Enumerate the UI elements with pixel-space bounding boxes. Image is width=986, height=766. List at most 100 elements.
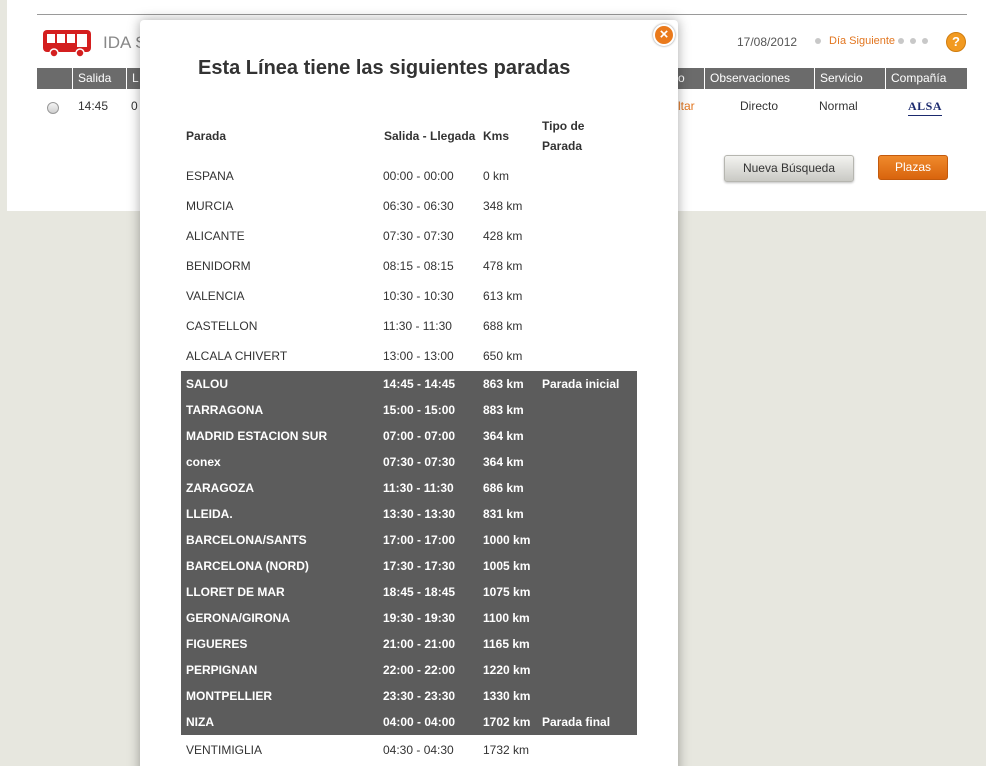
dot-icon	[922, 38, 928, 44]
stop-distance: 364 km	[483, 429, 524, 443]
observations-value: Directo	[740, 99, 779, 113]
stop-time: 15:00 - 15:00	[383, 403, 456, 417]
column-header-salida: Salida	[72, 68, 126, 89]
stop-row: MADRID ESTACION SUR 07:00 - 07:00 364 km	[0, 423, 986, 449]
stop-time: 04:30 - 04:30	[383, 743, 454, 757]
stop-distance: 348 km	[483, 199, 523, 213]
stop-time: 07:30 - 07:30	[383, 455, 456, 469]
stop-name: VALENCIA	[186, 289, 245, 303]
stop-row: MURCIA 06:30 - 06:30 348 km	[0, 193, 986, 219]
stop-distance: 1702 km	[483, 715, 531, 729]
stop-distance: 883 km	[483, 403, 524, 417]
stop-name: NIZA	[186, 715, 214, 729]
price-link[interactable]: ltar	[678, 99, 695, 113]
stop-time: 13:30 - 13:30	[383, 507, 456, 521]
stop-time: 10:30 - 10:30	[383, 289, 454, 303]
stop-row: FIGUERES 21:00 - 21:00 1165 km	[0, 631, 986, 657]
stop-row: VALENCIA 10:30 - 10:30 613 km	[0, 283, 986, 309]
stop-distance: 478 km	[483, 259, 523, 273]
stop-distance: 1220 km	[483, 663, 531, 677]
stop-row: conex 07:30 - 07:30 364 km	[0, 449, 986, 475]
stop-name: ALICANTE	[186, 229, 245, 243]
dot-icon	[910, 38, 916, 44]
service-value: Normal	[819, 99, 858, 113]
select-trip-radio[interactable]	[47, 102, 59, 114]
column-header-type-line1: Tipo de	[542, 119, 585, 133]
help-icon[interactable]: ?	[946, 32, 966, 52]
stop-row: ZARAGOZA 11:30 - 11:30 686 km	[0, 475, 986, 501]
company-logo: ALSA	[908, 99, 943, 116]
column-header-servicio: Servicio	[814, 68, 885, 89]
column-header-observaciones: Observaciones	[704, 68, 814, 89]
modal-title: Esta Línea tiene las siguientes paradas	[198, 57, 571, 79]
stop-distance: 428 km	[483, 229, 523, 243]
stop-time: 11:30 - 11:30	[383, 481, 454, 495]
stop-distance: 364 km	[483, 455, 524, 469]
stop-row: GERONA/GIRONA 19:30 - 19:30 1100 km	[0, 605, 986, 631]
stop-name: FIGUERES	[186, 637, 248, 651]
stop-distance: 1100 km	[483, 611, 530, 625]
stop-row: ESPANA 00:00 - 00:00 0 km	[0, 163, 986, 189]
stop-name: SALOU	[186, 377, 228, 391]
stop-time: 07:00 - 07:00	[383, 429, 456, 443]
stop-distance: 686 km	[483, 481, 524, 495]
column-header-compania: Compañía	[885, 68, 967, 89]
stop-distance: 0 km	[483, 169, 510, 183]
stop-name: ZARAGOZA	[186, 481, 254, 495]
stop-time: 18:45 - 18:45	[383, 585, 456, 599]
stop-type: Parada final	[542, 715, 611, 729]
stop-name: MONTPELLIER	[186, 689, 272, 703]
stop-row: LLORET DE MAR 18:45 - 18:45 1075 km	[0, 579, 986, 605]
stop-time: 13:00 - 13:00	[383, 349, 454, 363]
top-divider	[37, 14, 967, 15]
stop-time: 23:30 - 23:30	[383, 689, 456, 703]
stop-name: GERONA/GIRONA	[186, 611, 291, 625]
bus-icon	[43, 30, 91, 58]
stop-time: 19:30 - 19:30	[383, 611, 456, 625]
stop-row: NIZA 04:00 - 04:00 1702 km Parada final	[0, 709, 986, 735]
stop-name: ESPANA	[186, 169, 234, 183]
stop-name: TARRAGONA	[186, 403, 264, 417]
stop-name: MURCIA	[186, 199, 234, 213]
arrival-time: 0	[131, 99, 138, 113]
stop-distance: 1005 km	[483, 559, 531, 573]
stop-name: BENIDORM	[186, 259, 251, 273]
stop-name: VENTIMIGLIA	[186, 743, 263, 757]
travel-date: 17/08/2012	[737, 35, 798, 49]
stop-row: MONTPELLIER 23:30 - 23:30 1330 km	[0, 683, 986, 709]
stop-name: PERPIGNAN	[186, 663, 258, 677]
stop-row: VENTIMIGLIA 04:30 - 04:30 1732 km	[0, 737, 986, 763]
stop-time: 06:30 - 06:30	[383, 199, 454, 213]
stop-time: 21:00 - 21:00	[383, 637, 456, 651]
stop-row: BARCELONA/SANTS 17:00 - 17:00 1000 km	[0, 527, 986, 553]
dot-icon	[815, 38, 821, 44]
next-day-link[interactable]: Día Siguiente	[829, 35, 895, 47]
stop-time: 17:30 - 17:30	[383, 559, 456, 573]
stop-distance: 688 km	[483, 319, 523, 333]
stop-row: CASTELLON 11:30 - 11:30 688 km	[0, 313, 986, 339]
stop-distance: 613 km	[483, 289, 523, 303]
stop-distance: 1075 km	[483, 585, 531, 599]
stop-time: 17:00 - 17:00	[383, 533, 456, 547]
stop-time: 14:45 - 14:45	[383, 377, 456, 391]
stop-row: SALOU 14:45 - 14:45 863 km Parada inicial	[0, 371, 986, 397]
stop-name: ALCALA CHIVERT	[186, 349, 288, 363]
stop-row: ALICANTE 07:30 - 07:30 428 km	[0, 223, 986, 249]
stop-type: Parada inicial	[542, 377, 620, 391]
stop-name: BARCELONA (NORD)	[186, 559, 309, 573]
stop-name: LLORET DE MAR	[186, 585, 285, 599]
column-header-stop: Parada	[186, 129, 227, 143]
stop-row: LLEIDA. 13:30 - 13:30 831 km	[0, 501, 986, 527]
close-icon[interactable]: ×	[653, 24, 675, 46]
stop-distance: 650 km	[483, 349, 523, 363]
stop-row: BARCELONA (NORD) 17:30 - 17:30 1005 km	[0, 553, 986, 579]
stop-distance: 1000 km	[483, 533, 531, 547]
stop-row: TARRAGONA 15:00 - 15:00 883 km	[0, 397, 986, 423]
stop-distance: 1330 km	[483, 689, 531, 703]
column-header-llegada: L	[126, 68, 140, 89]
stop-time: 04:00 - 04:00	[383, 715, 456, 729]
stop-name: LLEIDA.	[186, 507, 233, 521]
stop-row: PERPIGNAN 22:00 - 22:00 1220 km	[0, 657, 986, 683]
stop-time: 22:00 - 22:00	[383, 663, 456, 677]
column-header-time: Salida - Llegada	[384, 129, 476, 143]
